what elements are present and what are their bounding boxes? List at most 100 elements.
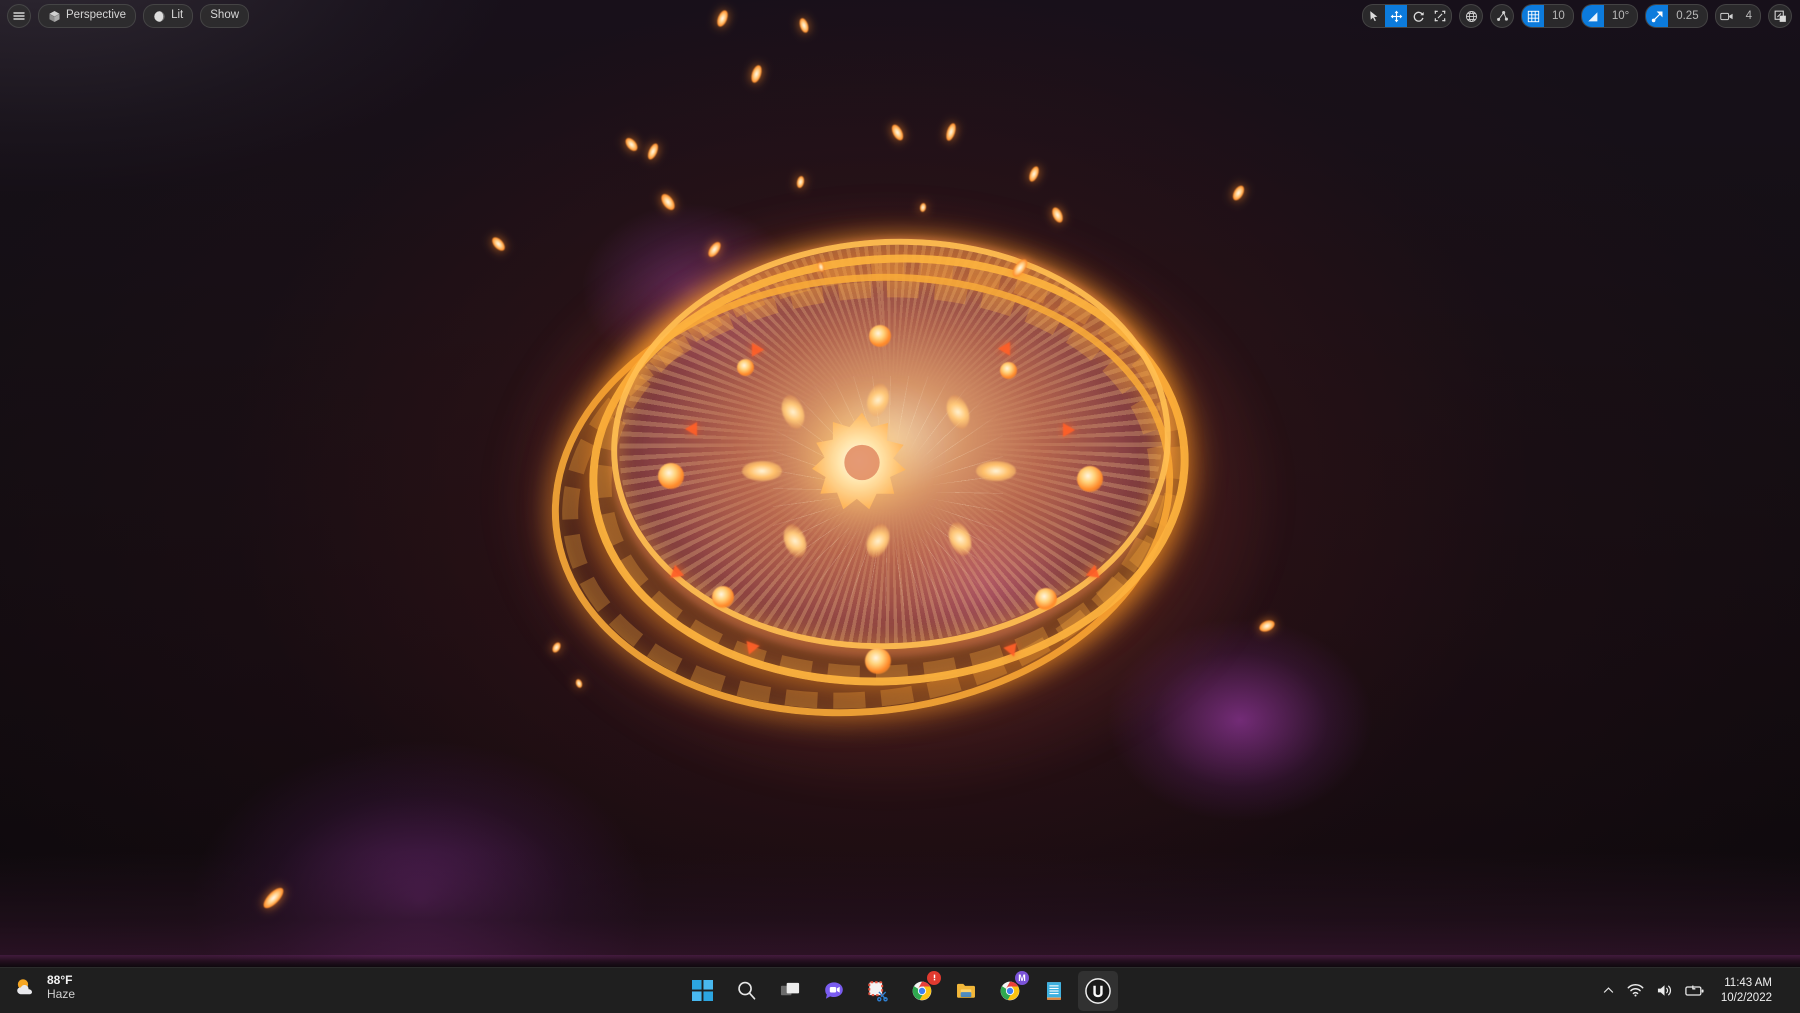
camera-icon — [1719, 12, 1733, 20]
scale-snap-value[interactable]: 0.25 — [1668, 5, 1706, 27]
snipping-tool-icon — [868, 980, 888, 1001]
unreal-engine-button[interactable] — [1078, 970, 1118, 1011]
task-view-button[interactable] — [770, 971, 810, 1011]
angle-snap-value[interactable]: 10° — [1604, 5, 1637, 27]
show-flags-label: Show — [210, 9, 240, 22]
chrome-notification-badge — [927, 970, 941, 985]
chat-video-icon — [825, 981, 843, 999]
transform-tool-group — [1362, 4, 1453, 28]
ember-spark — [944, 122, 958, 142]
battery-charging-icon — [1685, 985, 1704, 996]
ember-spark — [1027, 165, 1041, 183]
search-button[interactable] — [726, 971, 766, 1011]
ember-spark — [795, 175, 806, 189]
volume-status-button[interactable] — [1656, 983, 1673, 998]
scale-icon — [1434, 10, 1446, 22]
globe-icon — [1465, 10, 1477, 22]
ember-spark — [715, 8, 730, 29]
camera-speed-value[interactable]: 4 — [1738, 5, 1760, 27]
ember-spark — [1230, 183, 1247, 203]
weather-text: 88°F Haze — [47, 973, 75, 1002]
coordinate-system-button[interactable] — [1459, 4, 1484, 28]
tray-overflow-button[interactable] — [1602, 984, 1615, 997]
windows-taskbar: 88°F Haze M 11:43 AM 10/2/2022 — [0, 967, 1800, 1013]
wifi-icon — [1627, 984, 1644, 997]
ember-spark — [1050, 205, 1065, 225]
show-desktop-button[interactable] — [1784, 968, 1790, 1013]
cursor-arrow-icon — [1370, 11, 1378, 22]
task-view-icon — [780, 982, 799, 996]
camera-speed-toggle[interactable] — [1716, 5, 1738, 27]
ember-spark — [749, 64, 764, 84]
grid-snap-group: 10 — [1521, 4, 1574, 28]
unreal-engine-icon — [1085, 977, 1111, 1004]
rotate-icon — [1413, 11, 1424, 22]
battery-status-button[interactable] — [1685, 984, 1705, 998]
weather-widget[interactable]: 88°F Haze — [14, 973, 75, 1002]
network-status-button[interactable] — [1627, 983, 1644, 998]
ember-spark — [645, 142, 661, 161]
clock-button[interactable]: 11:43 AM 10/2/2022 — [1721, 976, 1772, 1005]
weather-condition: Haze — [47, 987, 76, 1002]
ember-spark — [658, 191, 678, 213]
view-mode-button[interactable]: Perspective — [38, 4, 137, 28]
chrome-account-badge: M — [1015, 970, 1029, 985]
maximize-viewport-button[interactable] — [1768, 4, 1792, 28]
grid-icon — [1527, 10, 1539, 22]
sphere-icon — [154, 10, 165, 22]
sun-cloud-icon — [17, 979, 32, 995]
snipping-tool-button[interactable] — [858, 971, 898, 1011]
surface-snap-icon — [1496, 10, 1508, 21]
taskbar-app-list: M — [682, 968, 1118, 1013]
system-tray: 11:43 AM 10/2/2022 — [1602, 968, 1790, 1013]
file-explorer-button[interactable] — [946, 971, 986, 1011]
lighting-mode-button[interactable]: Lit — [143, 4, 194, 28]
search-icon — [737, 981, 755, 1000]
view-mode-label: Perspective — [66, 9, 127, 22]
windows-logo-icon — [691, 980, 713, 1001]
move-arrows-icon — [1390, 10, 1402, 22]
ember-spark — [623, 135, 640, 154]
scale-snap-toggle[interactable] — [1646, 5, 1669, 27]
clock-time: 11:43 AM — [1724, 977, 1772, 990]
scale-snap-group: 0.25 — [1645, 4, 1708, 28]
ember-spark — [489, 235, 508, 253]
diagonal-arrow-icon — [1651, 11, 1663, 22]
clock-date: 10/2/2022 — [1720, 991, 1772, 1004]
chrome-button[interactable] — [902, 970, 942, 1011]
angle-snap-group: 10° — [1580, 4, 1639, 28]
weather-temperature: 88°F — [47, 973, 73, 987]
cube-icon — [49, 10, 60, 22]
chevron-up-icon — [1603, 987, 1613, 993]
viewport-toolbar-right: 10 10° 0.25 4 — [1362, 4, 1792, 28]
scale-tool-button[interactable] — [1429, 5, 1451, 27]
chat-button[interactable] — [814, 971, 854, 1011]
move-tool-button[interactable] — [1385, 5, 1408, 27]
viewport-toolbar-left: Perspective Lit Show — [7, 4, 250, 28]
viewport-menu-button[interactable] — [7, 4, 31, 28]
show-flags-button[interactable]: Show — [200, 4, 250, 28]
hamburger-icon — [13, 12, 25, 20]
notepad-icon — [1047, 981, 1061, 1000]
alert-icon — [933, 974, 935, 981]
rotate-tool-button[interactable] — [1407, 5, 1429, 27]
magic-circle-vfx — [503, 207, 1273, 787]
angle-icon — [1587, 10, 1599, 22]
ember-spark — [260, 884, 287, 912]
select-tool-button[interactable] — [1363, 5, 1385, 27]
chrome-mail-button[interactable]: M — [990, 970, 1030, 1011]
ember-spark — [889, 122, 906, 143]
ember-spark — [797, 17, 811, 34]
ember-spark — [1257, 618, 1277, 634]
grid-snap-value[interactable]: 10 — [1544, 5, 1573, 27]
unreal-viewport[interactable]: Perspective Lit Show 10 10° 0.25 4 — [0, 0, 1800, 968]
maximize-icon — [1774, 10, 1786, 22]
portal-core — [812, 412, 914, 520]
angle-snap-toggle[interactable] — [1581, 5, 1604, 27]
start-button[interactable] — [682, 971, 722, 1011]
lighting-mode-label: Lit — [171, 9, 184, 22]
notepad-button[interactable] — [1034, 971, 1074, 1011]
grid-snap-toggle[interactable] — [1522, 5, 1545, 27]
nine-point-star-icon — [812, 412, 906, 510]
surface-snapping-button[interactable] — [1490, 4, 1515, 28]
